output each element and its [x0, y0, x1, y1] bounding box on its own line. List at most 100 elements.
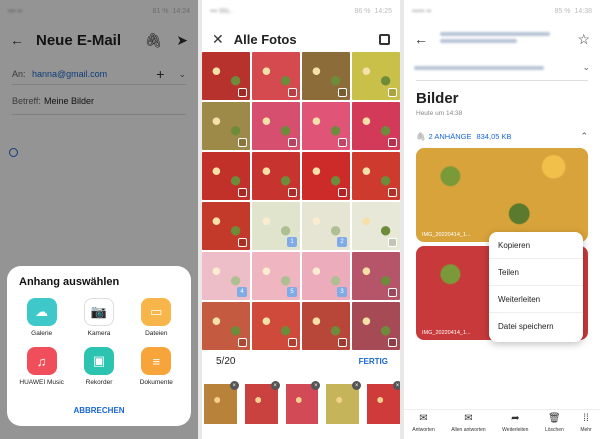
photo-thumbnail[interactable]: [302, 152, 350, 200]
remove-icon[interactable]: ×: [229, 381, 239, 390]
menu-item-teilen[interactable]: Teilen: [489, 259, 583, 286]
select-checkbox[interactable]: [288, 138, 297, 147]
photo-thumbnail[interactable]: 4: [202, 252, 250, 300]
select-checkbox[interactable]: [238, 238, 247, 247]
toolbar-weiterleiten-button[interactable]: ➦ Weiterleiten: [502, 414, 528, 439]
menu-item-kopieren[interactable]: Kopieren: [489, 232, 583, 259]
album-toggle-icon[interactable]: [379, 33, 390, 45]
select-checkbox[interactable]: [238, 88, 247, 97]
sheet-title: Anhang auswählen: [19, 276, 120, 288]
attach-option-dateien[interactable]: ▭ Dateien: [128, 298, 185, 337]
menu-item-weiterleiten[interactable]: Weiterleiten: [489, 286, 583, 313]
select-checkbox[interactable]: [388, 338, 397, 347]
photo-thumbnail[interactable]: 1: [252, 202, 300, 250]
photo-thumbnail[interactable]: [352, 202, 400, 250]
photo-thumbnail[interactable]: [352, 302, 400, 350]
attach-option-dokumente[interactable]: ≡ Dokumente: [128, 347, 185, 386]
reply-icon: ✉: [419, 413, 428, 424]
back-arrow-icon[interactable]: ←: [414, 32, 428, 46]
photo-thumbnail[interactable]: [202, 152, 250, 200]
files-icon: ▭: [141, 298, 172, 326]
attach-option-kamera[interactable]: 📷 Kamera: [70, 298, 127, 337]
toolbar-löschen-button[interactable]: 🗑 Löschen: [545, 414, 564, 439]
mail-panel: ▪▪▪▪▪ ▪▪ 85 % 14:38 ← ☆ ⌄ Bilder Heute u…: [404, 0, 600, 439]
recipient-blurred: [414, 65, 544, 70]
select-checkbox[interactable]: [338, 338, 347, 347]
select-checkbox[interactable]: [388, 88, 397, 97]
photo-thumbnail[interactable]: 5: [252, 252, 300, 300]
attachments-header[interactable]: 🖇 2 ANHÄNGE 834,05 KB ⌃: [416, 131, 588, 142]
attach-option-galerie[interactable]: ☁ Galerie: [13, 298, 70, 337]
photo-thumbnail[interactable]: [352, 102, 400, 150]
photo-thumbnail[interactable]: 2: [302, 202, 350, 250]
toolbar-mehr-button[interactable]: ⁞⁞ Mehr: [580, 414, 591, 439]
selected-thumbnail[interactable]: ×: [326, 381, 362, 424]
select-checkbox[interactable]: [388, 138, 397, 147]
photo-thumbnail[interactable]: [302, 52, 350, 100]
photo-thumbnail[interactable]: [202, 302, 250, 350]
status-bar: ▪▪▪▪▪ ▪▪ 85 % 14:38: [404, 0, 600, 22]
select-checkbox[interactable]: [388, 288, 397, 297]
select-checkbox[interactable]: [288, 188, 297, 197]
attach-option-rekorder[interactable]: ▣ Rekorder: [70, 347, 127, 386]
done-button[interactable]: FERTIG: [359, 357, 388, 366]
divider: [416, 80, 588, 81]
attachment-count: 2 ANHÄNGE: [428, 132, 472, 141]
select-checkbox[interactable]: [288, 338, 297, 347]
select-checkbox[interactable]: [238, 188, 247, 197]
photo-thumbnail[interactable]: [252, 102, 300, 150]
select-checkbox[interactable]: [388, 188, 397, 197]
attach-option-label: Kamera: [87, 330, 111, 337]
close-icon[interactable]: ✕: [212, 32, 224, 46]
attach-option-huawei-music[interactable]: ♫ HUAWEI Music: [13, 347, 70, 386]
toolbar-allen-antworten-button[interactable]: ✉ Allen antworten: [451, 414, 485, 439]
forward-icon: ➦: [511, 413, 520, 424]
selection-number[interactable]: 2: [337, 237, 347, 247]
remove-icon[interactable]: ×: [311, 381, 321, 390]
photo-thumbnail[interactable]: [252, 302, 300, 350]
menu-item-datei-speichern[interactable]: Datei speichern: [489, 313, 583, 340]
remove-icon[interactable]: ×: [270, 381, 280, 390]
photo-thumbnail[interactable]: [352, 152, 400, 200]
photo-thumbnail[interactable]: [252, 52, 300, 100]
select-checkbox[interactable]: [238, 338, 247, 347]
selection-number[interactable]: 1: [287, 237, 297, 247]
clock-text: 14:25: [374, 7, 392, 15]
photo-thumbnail[interactable]: [202, 52, 250, 100]
remove-icon[interactable]: ×: [352, 381, 362, 390]
photo-thumbnail[interactable]: [352, 52, 400, 100]
selected-thumbnail[interactable]: ×: [285, 381, 321, 424]
select-checkbox[interactable]: [338, 138, 347, 147]
photo-thumbnail[interactable]: [352, 252, 400, 300]
attachment-image[interactable]: IMG_20220414_1...: [416, 148, 588, 242]
recipient-row[interactable]: ⌄: [414, 62, 590, 73]
cancel-button[interactable]: ABBRECHEN: [7, 406, 191, 415]
select-checkbox[interactable]: [238, 138, 247, 147]
selection-number[interactable]: 3: [337, 287, 347, 297]
selection-number[interactable]: 5: [287, 287, 297, 297]
attach-option-label: Galerie: [31, 330, 53, 337]
context-menu: Kopieren Teilen Weiterleiten Datei speicher…: [489, 232, 583, 342]
selected-thumbnail[interactable]: ×: [204, 381, 239, 424]
photo-thumbnail[interactable]: [302, 302, 350, 350]
remove-icon[interactable]: ×: [392, 381, 400, 390]
select-checkbox[interactable]: [288, 88, 297, 97]
star-icon[interactable]: ☆: [577, 32, 590, 46]
toolbar-antworten-button[interactable]: ✉ Antworten: [412, 414, 435, 439]
toolbar-label: Allen antworten: [451, 427, 486, 433]
carrier-text: ▪▪▪▪▪ ▪▪: [412, 7, 432, 15]
select-checkbox[interactable]: [338, 188, 347, 197]
selected-thumbnail[interactable]: ×: [244, 381, 280, 424]
photo-thumbnail[interactable]: [252, 152, 300, 200]
toolbar-label: Löschen: [544, 427, 564, 433]
chevron-down-icon[interactable]: ⌄: [582, 62, 590, 73]
photo-thumbnail[interactable]: [202, 202, 250, 250]
select-checkbox[interactable]: [388, 238, 397, 247]
photo-thumbnail[interactable]: 3: [302, 252, 350, 300]
selected-thumbnail[interactable]: ×: [367, 381, 400, 424]
chevron-up-icon[interactable]: ⌃: [580, 131, 588, 142]
select-checkbox[interactable]: [338, 88, 347, 97]
photo-thumbnail[interactable]: [202, 102, 250, 150]
selection-number[interactable]: 4: [237, 287, 247, 297]
photo-thumbnail[interactable]: [302, 102, 350, 150]
